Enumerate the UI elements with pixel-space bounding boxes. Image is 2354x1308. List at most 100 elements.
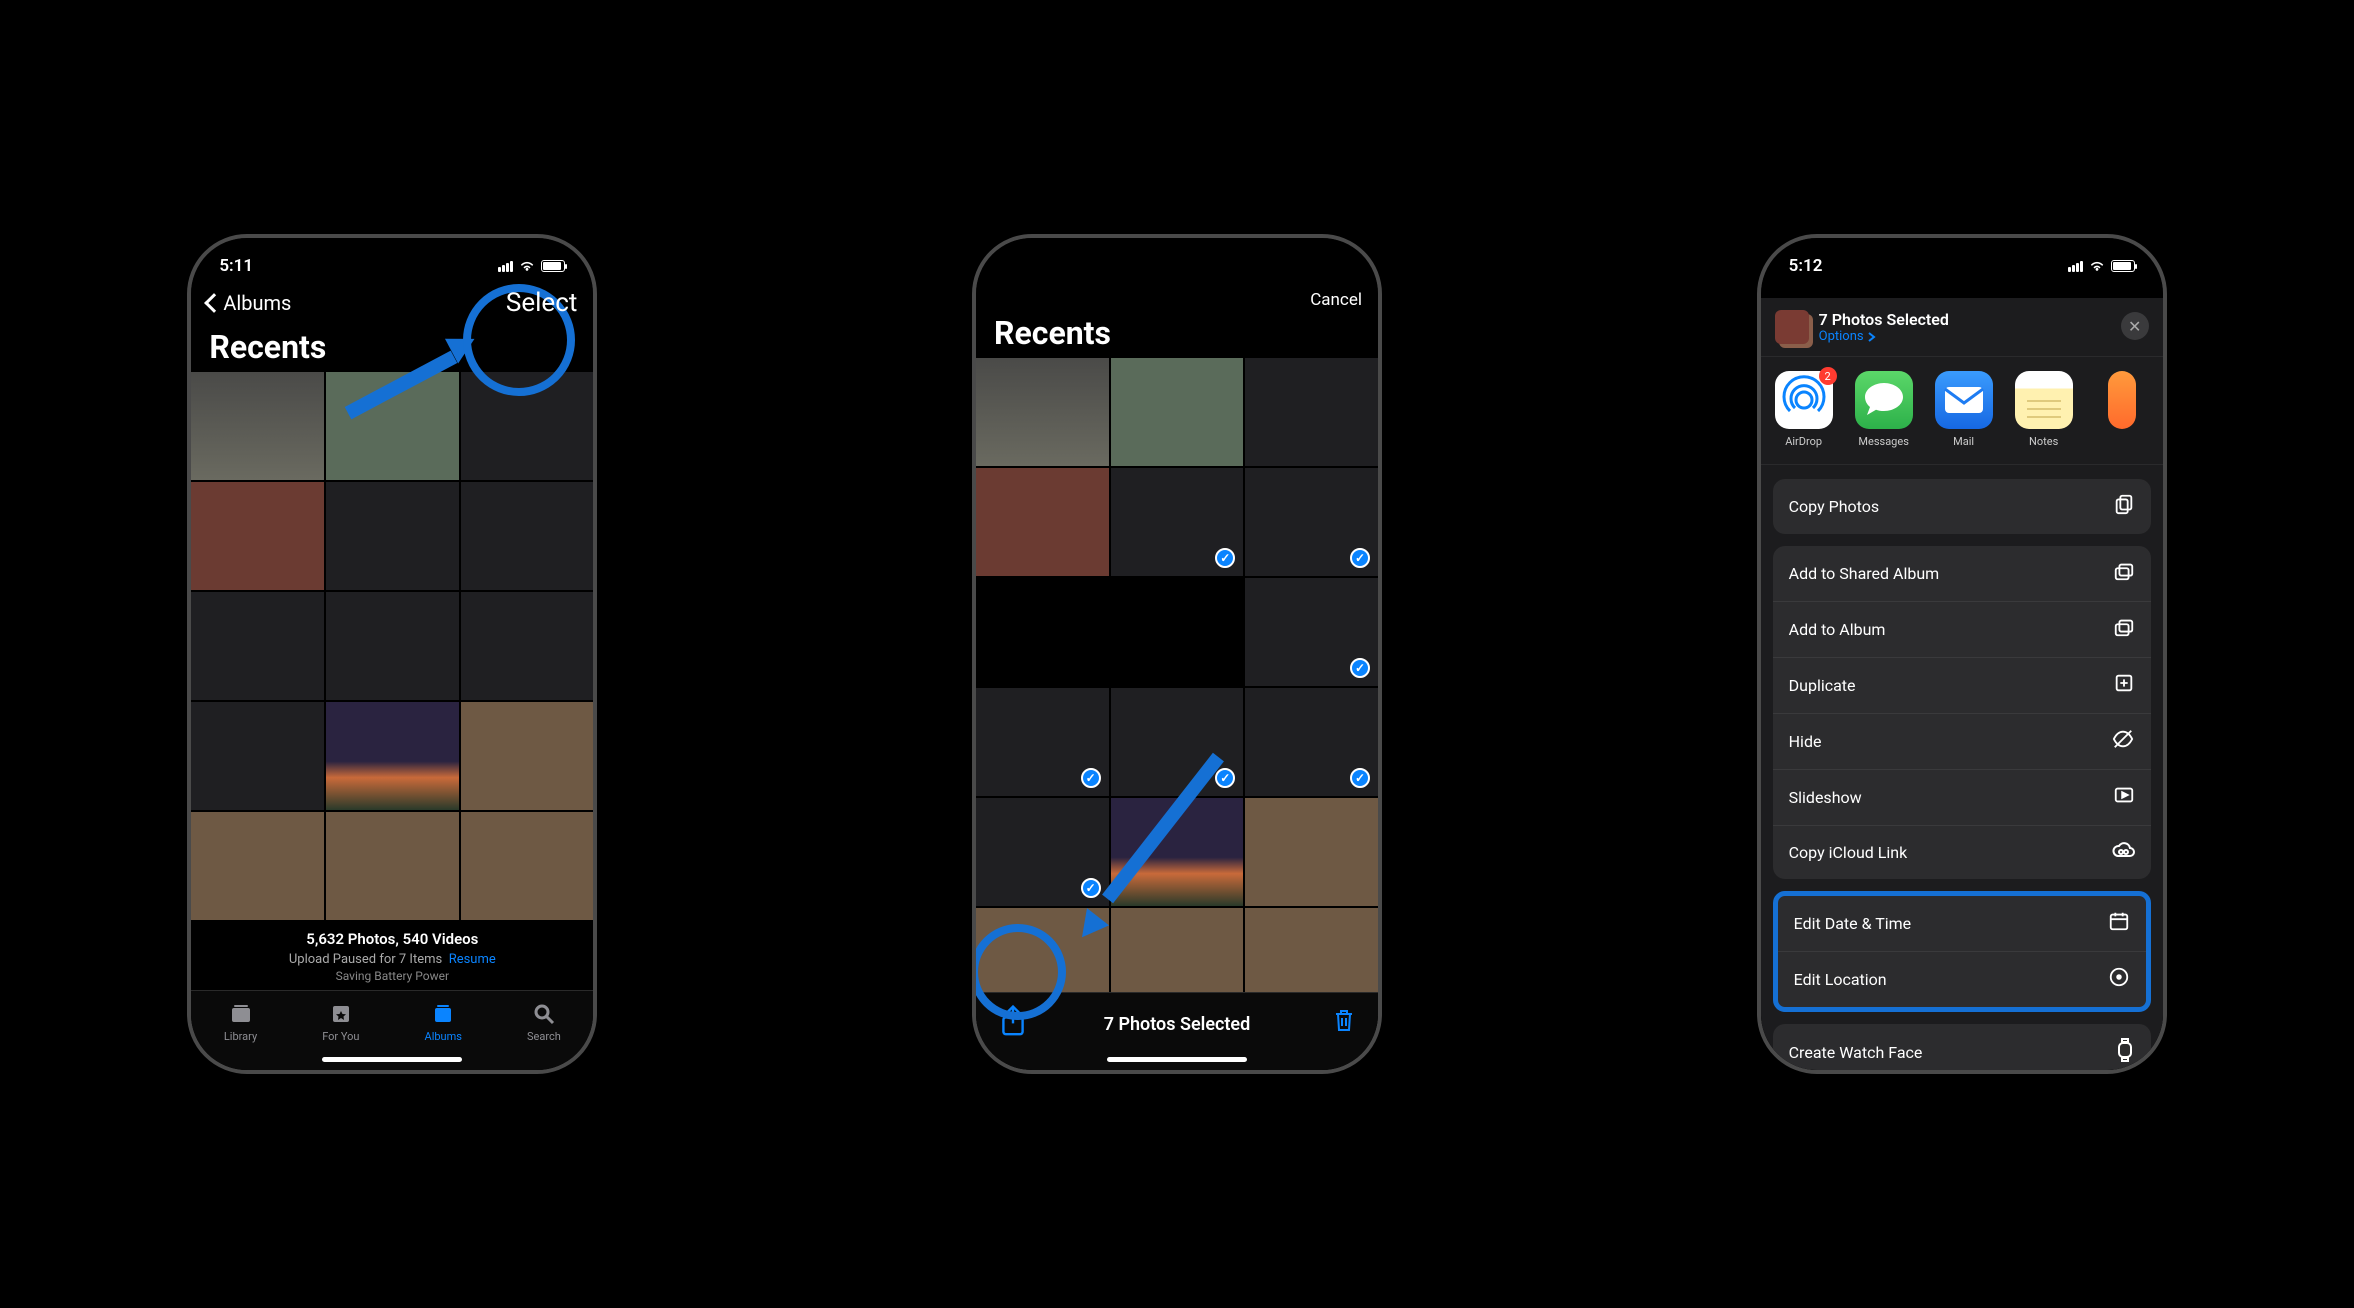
notch: [1087, 238, 1267, 268]
selection-check-icon: [1215, 548, 1235, 568]
action-add-album[interactable]: Add to Album: [1773, 602, 2151, 658]
photo-cell[interactable]: [976, 468, 1109, 576]
annotation-arrow: [1056, 738, 1216, 938]
for-you-icon: [328, 1001, 354, 1027]
selection-check-icon: [1350, 548, 1370, 568]
tab-library[interactable]: Library: [224, 1001, 257, 1043]
photo-cell[interactable]: [1245, 688, 1378, 796]
clock: 5:12: [1789, 256, 1823, 276]
action-copy-icloud-link[interactable]: Copy iCloud Link: [1773, 826, 2151, 879]
slideshow-icon: [2113, 784, 2135, 811]
cancel-button[interactable]: Cancel: [1310, 290, 1362, 310]
action-create-watch-face[interactable]: Create Watch Face: [1773, 1024, 2151, 1070]
badge: 2: [1819, 367, 1837, 385]
copy-icon: [2113, 493, 2135, 520]
album-icon: [2113, 616, 2135, 643]
phone-2: Cancel Recents 7 Photos: [972, 234, 1382, 1074]
action-duplicate[interactable]: Duplicate: [1773, 658, 2151, 714]
library-icon: [228, 1001, 254, 1027]
action-copy-photos[interactable]: Copy Photos: [1773, 479, 2151, 534]
highlighted-edit-group: Edit Date & Time Edit Location: [1773, 891, 2151, 1012]
select-button[interactable]: Select: [506, 288, 577, 318]
action-edit-location[interactable]: Edit Location: [1778, 952, 2146, 1007]
photo-cell[interactable]: [326, 702, 459, 810]
battery-icon: [541, 260, 565, 272]
app-mail[interactable]: Mail: [1935, 371, 1993, 448]
photo-cell[interactable]: [191, 482, 324, 590]
shared-album-icon: [2113, 560, 2135, 587]
home-indicator[interactable]: [1107, 1057, 1247, 1062]
photo-cell[interactable]: [976, 358, 1109, 466]
notch: [302, 238, 482, 268]
home-indicator[interactable]: [322, 1057, 462, 1062]
photo-cell[interactable]: [191, 592, 324, 700]
photo-cell[interactable]: [191, 812, 324, 920]
annotation-arrow: [341, 338, 471, 418]
back-label: Albums: [223, 291, 291, 315]
notch: [1872, 238, 2052, 268]
cell-signal-icon: [2068, 261, 2083, 272]
photo-cell[interactable]: [1245, 358, 1378, 466]
selection-check-icon: [1350, 658, 1370, 678]
app-more[interactable]: [2095, 371, 2149, 448]
share-sheet: 7 Photos Selected Options ✕ 2 AirDrop: [1761, 298, 2163, 1070]
watch-icon: [2115, 1038, 2135, 1067]
airdrop-icon: 2: [1775, 371, 1833, 429]
app-airdrop[interactable]: 2 AirDrop: [1775, 371, 1833, 448]
selection-check-icon: [1350, 768, 1370, 788]
action-hide[interactable]: Hide: [1773, 714, 2151, 770]
delete-button[interactable]: [1332, 1007, 1356, 1039]
photo-cell[interactable]: [461, 812, 594, 920]
close-button[interactable]: ✕: [2121, 312, 2149, 340]
photo-cell[interactable]: [1111, 468, 1244, 576]
chevron-left-icon: [204, 293, 224, 313]
back-to-albums-button[interactable]: Albums: [207, 291, 291, 315]
options-link[interactable]: Options: [1819, 329, 1949, 344]
messages-icon: [1855, 371, 1913, 429]
photo-cell[interactable]: [461, 702, 594, 810]
upload-status: Upload Paused for 7 Items Resume: [191, 948, 593, 967]
tab-for-you[interactable]: For You: [322, 1001, 359, 1043]
photo-cell[interactable]: [461, 592, 594, 700]
wifi-icon: [2089, 260, 2105, 272]
resume-link[interactable]: Resume: [449, 952, 496, 967]
power-status: Saving Battery Power: [191, 967, 593, 983]
action-slideshow[interactable]: Slideshow: [1773, 770, 2151, 826]
photo-cell[interactable]: [191, 372, 324, 480]
photo-grid: [191, 372, 593, 920]
photo-cell[interactable]: [326, 592, 459, 700]
albums-icon: [430, 1001, 456, 1027]
notes-icon: [2015, 371, 2073, 429]
photo-cell[interactable]: [1245, 468, 1378, 576]
tab-albums[interactable]: Albums: [425, 1001, 462, 1043]
wifi-icon: [519, 260, 535, 272]
clock: 5:11: [219, 256, 253, 276]
photo-cell[interactable]: [326, 812, 459, 920]
photo-cell[interactable]: [326, 482, 459, 590]
photo-count: 5,632 Photos, 540 Videos: [191, 920, 593, 948]
share-sheet-header: 7 Photos Selected Options ✕: [1761, 298, 2163, 356]
app-messages[interactable]: Messages: [1855, 371, 1913, 448]
duplicate-icon: [2113, 672, 2135, 699]
action-edit-date-time[interactable]: Edit Date & Time: [1778, 896, 2146, 952]
tab-search[interactable]: Search: [527, 1001, 561, 1043]
selection-check-icon: [1215, 768, 1235, 788]
selection-thumbnail: [1775, 310, 1809, 344]
hide-icon: [2111, 728, 2135, 755]
photo-cell[interactable]: [1111, 358, 1244, 466]
phone-3: 5:12 7 Photos Selected Options ✕: [1757, 234, 2167, 1074]
action-add-shared-album[interactable]: Add to Shared Album: [1773, 546, 2151, 602]
photo-cell[interactable]: [1245, 798, 1378, 906]
share-actions: Copy Photos Add to Shared Album Add to A…: [1761, 465, 2163, 1070]
photo-cell[interactable]: [191, 702, 324, 810]
photo-cell[interactable]: [461, 482, 594, 590]
cloud-link-icon: [2111, 840, 2135, 865]
selection-count: 7 Photos Selected: [1104, 1014, 1251, 1049]
photo-cell[interactable]: [1245, 578, 1378, 686]
phone-1: 5:11 Albums Select Recents: [187, 234, 597, 1074]
share-apps-row[interactable]: 2 AirDrop Messages Mail: [1761, 356, 2163, 465]
app-icon: [2108, 371, 2136, 429]
annotation-circle: [972, 924, 1066, 1020]
cell-signal-icon: [498, 261, 513, 272]
app-notes[interactable]: Notes: [2015, 371, 2073, 448]
